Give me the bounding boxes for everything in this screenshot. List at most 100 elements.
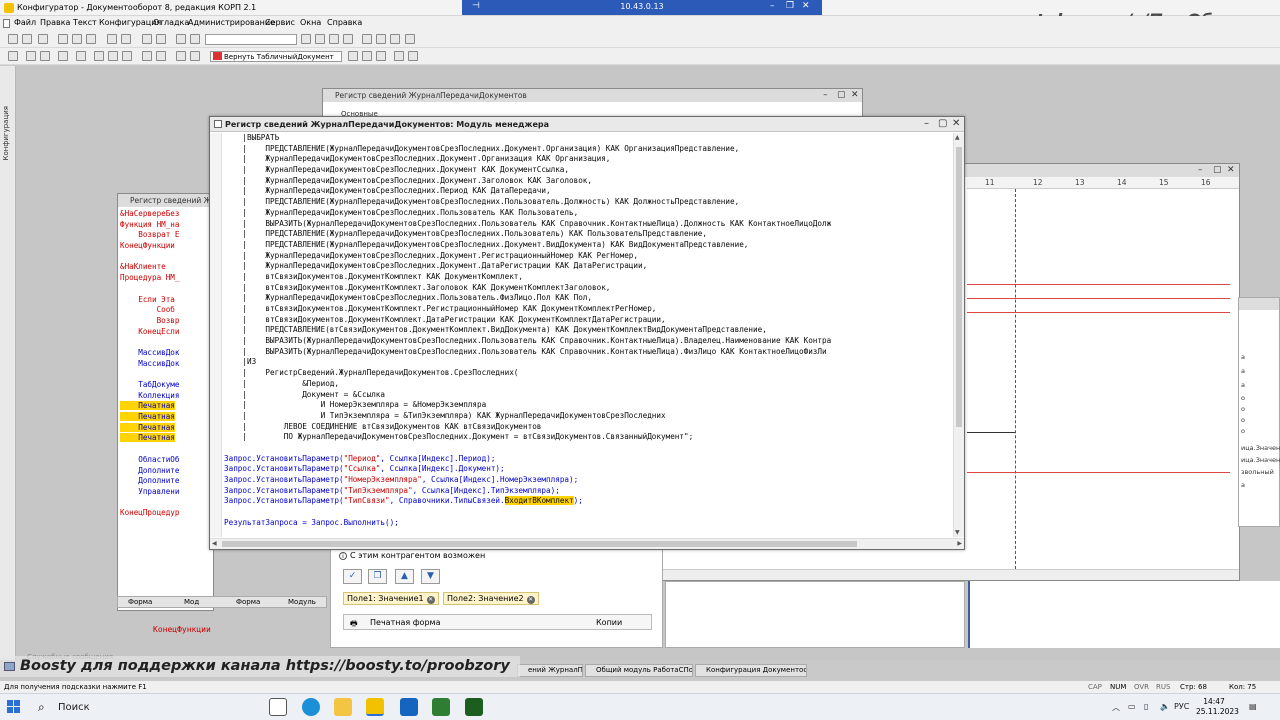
menu-windows[interactable]: Окна: [300, 18, 321, 27]
module-icon[interactable]: [362, 51, 372, 61]
tab-form[interactable]: Форма: [236, 598, 260, 606]
menu-debug[interactable]: Отладка: [153, 18, 189, 27]
new-icon[interactable]: [8, 34, 18, 44]
goto-icon[interactable]: [348, 51, 358, 61]
configuration-side-panel[interactable]: Конфигурация: [0, 66, 16, 660]
module-editor-window[interactable]: Регистр сведений ЖурналПередачиДокументо…: [209, 116, 965, 550]
procedure-selector[interactable]: Вернуть ТабличныйДокумент: [210, 51, 342, 62]
lower-form-window[interactable]: iС этим контрагентом возможен ✓ ❐ ▲ ▼ По…: [330, 548, 663, 648]
step-icon[interactable]: [122, 51, 132, 61]
scroll-thumb[interactable]: [222, 541, 857, 547]
tab-form[interactable]: Форма: [128, 598, 152, 606]
preview-icon[interactable]: [121, 34, 131, 44]
cut-icon[interactable]: [58, 34, 68, 44]
restore-icon[interactable]: ❐: [786, 1, 794, 11]
menu-text[interactable]: Текст: [73, 18, 97, 27]
network-icon[interactable]: ▭: [1128, 702, 1136, 711]
scroll-thumb[interactable]: [956, 147, 962, 427]
debug-start-icon[interactable]: [76, 51, 86, 61]
bookmark-icon[interactable]: [343, 34, 353, 44]
tab-module[interactable]: Мод: [184, 598, 199, 606]
close-icon[interactable]: ✕: [1227, 164, 1235, 176]
paste-icon[interactable]: [86, 34, 96, 44]
comment-icon[interactable]: [142, 51, 152, 61]
menu-service[interactable]: Сервис: [265, 18, 295, 27]
close-icon[interactable]: ✕: [426, 596, 435, 604]
uncomment-icon[interactable]: [156, 51, 166, 61]
check-all-button[interactable]: ✓: [343, 569, 362, 584]
find-prev-icon[interactable]: [315, 34, 325, 44]
editor-gutter[interactable]: [210, 133, 222, 537]
window-tab[interactable]: Общий модуль РаботаСПол...: [585, 664, 693, 677]
windows-start-icon[interactable]: [7, 700, 21, 714]
move-up-button[interactable]: ▲: [395, 569, 414, 584]
code-area[interactable]: |ВЫБРАТЬ | ПРЕДСТАВЛЕНИЕ(ЖурналПередачиД…: [224, 133, 952, 537]
search-icon[interactable]: [190, 34, 200, 44]
taskbar-search[interactable]: Поиск: [58, 702, 90, 713]
window-tab[interactable]: ений ЖурналП...: [517, 664, 583, 677]
debug-connect-icon[interactable]: [94, 51, 104, 61]
column-copies[interactable]: Копии: [596, 618, 622, 627]
close-icon[interactable]: ✕: [526, 596, 535, 604]
restore-icon[interactable]: ▢: [938, 118, 947, 129]
edge-icon[interactable]: [302, 698, 320, 716]
task-view-icon[interactable]: [269, 698, 287, 716]
update-config-icon[interactable]: [40, 51, 50, 61]
search-icon[interactable]: ⌕: [38, 700, 45, 715]
copy-button[interactable]: ❐: [368, 569, 387, 584]
clock[interactable]: 14:47 25.11.2023: [1196, 697, 1239, 717]
delete-icon[interactable]: [394, 51, 404, 61]
open-config-icon[interactable]: [26, 51, 36, 61]
left-module-window[interactable]: Регистр сведений Ж &НаСервереБез Функция …: [117, 193, 214, 611]
minimize-icon[interactable]: –: [770, 1, 775, 11]
copy-icon[interactable]: [72, 34, 82, 44]
language-indicator[interactable]: РУС: [1174, 702, 1189, 711]
editor-horizontal-scrollbar[interactable]: ◀ ▶: [210, 538, 964, 549]
close-icon[interactable]: ✕: [802, 1, 810, 11]
excel-file-icon[interactable]: [432, 698, 450, 716]
menu-file[interactable]: Файл: [14, 18, 36, 27]
wizard-icon[interactable]: [376, 34, 386, 44]
close-icon[interactable]: ✕: [952, 118, 960, 129]
scroll-down-icon[interactable]: ▼: [955, 529, 960, 536]
1c-icon[interactable]: [366, 698, 384, 716]
save-icon[interactable]: [38, 34, 48, 44]
minimize-icon[interactable]: –: [924, 118, 929, 129]
restore-icon[interactable]: ▢: [837, 89, 846, 101]
close-icon[interactable]: ✕: [851, 89, 859, 101]
minimize-icon[interactable]: –: [1198, 164, 1203, 176]
menu-configuration[interactable]: Конфигурация: [99, 18, 161, 27]
scroll-right-icon[interactable]: ▶: [957, 540, 962, 547]
editor-code[interactable]: |ВЫБРАТЬ | ПРЕДСТАВЛЕНИЕ(ЖурналПередачиД…: [224, 133, 952, 528]
menu-edit[interactable]: Правка: [40, 18, 70, 27]
scroll-left-icon[interactable]: ◀: [212, 540, 217, 547]
indent-icon[interactable]: [176, 51, 186, 61]
menu-help[interactable]: Справка: [327, 18, 362, 27]
window-tab[interactable]: Конфигурация Документоо...: [695, 664, 807, 677]
syntax-icon[interactable]: [390, 34, 400, 44]
left-module-code[interactable]: &НаСервереБез Функция НМ_на Возврат Е Коне…: [120, 209, 179, 519]
undo-icon[interactable]: [142, 34, 152, 44]
filter-chip[interactable]: Поле2: Значение2 ✕: [443, 592, 539, 605]
redo-icon[interactable]: [156, 34, 166, 44]
outlook-icon[interactable]: [400, 698, 418, 716]
print-icon[interactable]: [107, 34, 117, 44]
column-print-form[interactable]: Печатная форма: [370, 618, 440, 627]
breakpoint-icon[interactable]: [108, 51, 118, 61]
excel-icon[interactable]: [465, 698, 483, 716]
config-tree-icon[interactable]: [8, 51, 18, 61]
remote-desktop-bar[interactable]: ⊣ 10.43.0.13 – ❐ ✕: [462, 0, 822, 15]
close-doc-icon[interactable]: [408, 51, 418, 61]
move-down-button[interactable]: ▼: [421, 569, 440, 584]
explorer-icon[interactable]: [334, 698, 352, 716]
replace-icon[interactable]: [329, 34, 339, 44]
editor-vertical-scrollbar[interactable]: ▲ ▼: [953, 133, 964, 537]
scroll-up-icon[interactable]: ▲: [955, 134, 960, 141]
notifications-icon[interactable]: ▤: [1249, 702, 1257, 711]
minimize-icon[interactable]: –: [823, 89, 828, 101]
tray-chevron-icon[interactable]: ︿: [1112, 702, 1120, 713]
open-icon[interactable]: [22, 34, 32, 44]
toolbar-search-input[interactable]: [205, 34, 297, 45]
menu-administration[interactable]: Администрирование: [188, 18, 275, 27]
find-next-icon[interactable]: [301, 34, 311, 44]
